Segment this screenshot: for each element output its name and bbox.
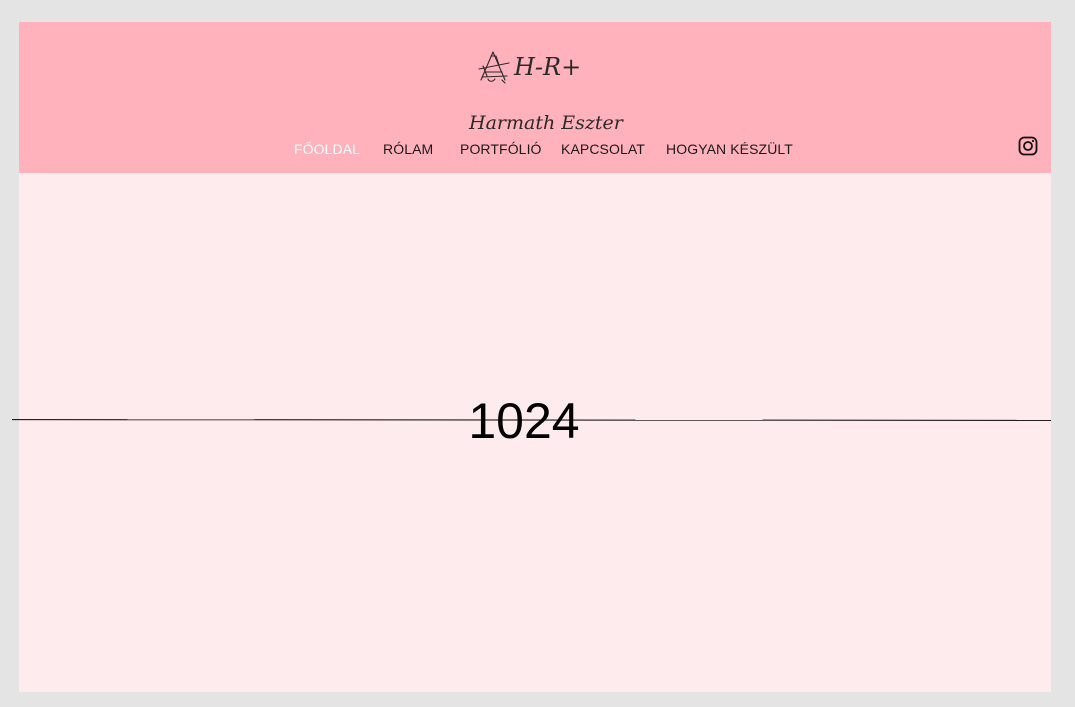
brand-name: Harmath Eszter <box>469 112 623 134</box>
nav-item-portfolio[interactable]: PORTFÓLIÓ <box>460 141 542 157</box>
site-logo[interactable]: H-R+ Harmath Eszter <box>469 46 623 134</box>
main-nav: FŐOLDAL RÓLAM PORTFÓLIÓ KAPCSOLAT HOGYAN… <box>19 138 1051 160</box>
nav-item-about[interactable]: RÓLAM <box>383 141 433 157</box>
viewport-width-readout: 1024 <box>468 393 580 449</box>
nav-item-home[interactable]: FŐOLDAL <box>294 141 360 157</box>
nav-item-how-made[interactable]: HOGYAN KÉSZÜLT <box>666 141 793 157</box>
site-header: H-R+ Harmath Eszter FŐOLDAL RÓLAM PORTFÓ… <box>19 22 1051 173</box>
logo-text: H-R+ <box>513 53 581 81</box>
logo-mark-icon: H-R+ <box>478 51 581 84</box>
instagram-icon[interactable] <box>1018 136 1038 156</box>
page-container: H-R+ Harmath Eszter FŐOLDAL RÓLAM PORTFÓ… <box>19 22 1051 692</box>
nav-item-contact[interactable]: KAPCSOLAT <box>561 141 645 157</box>
